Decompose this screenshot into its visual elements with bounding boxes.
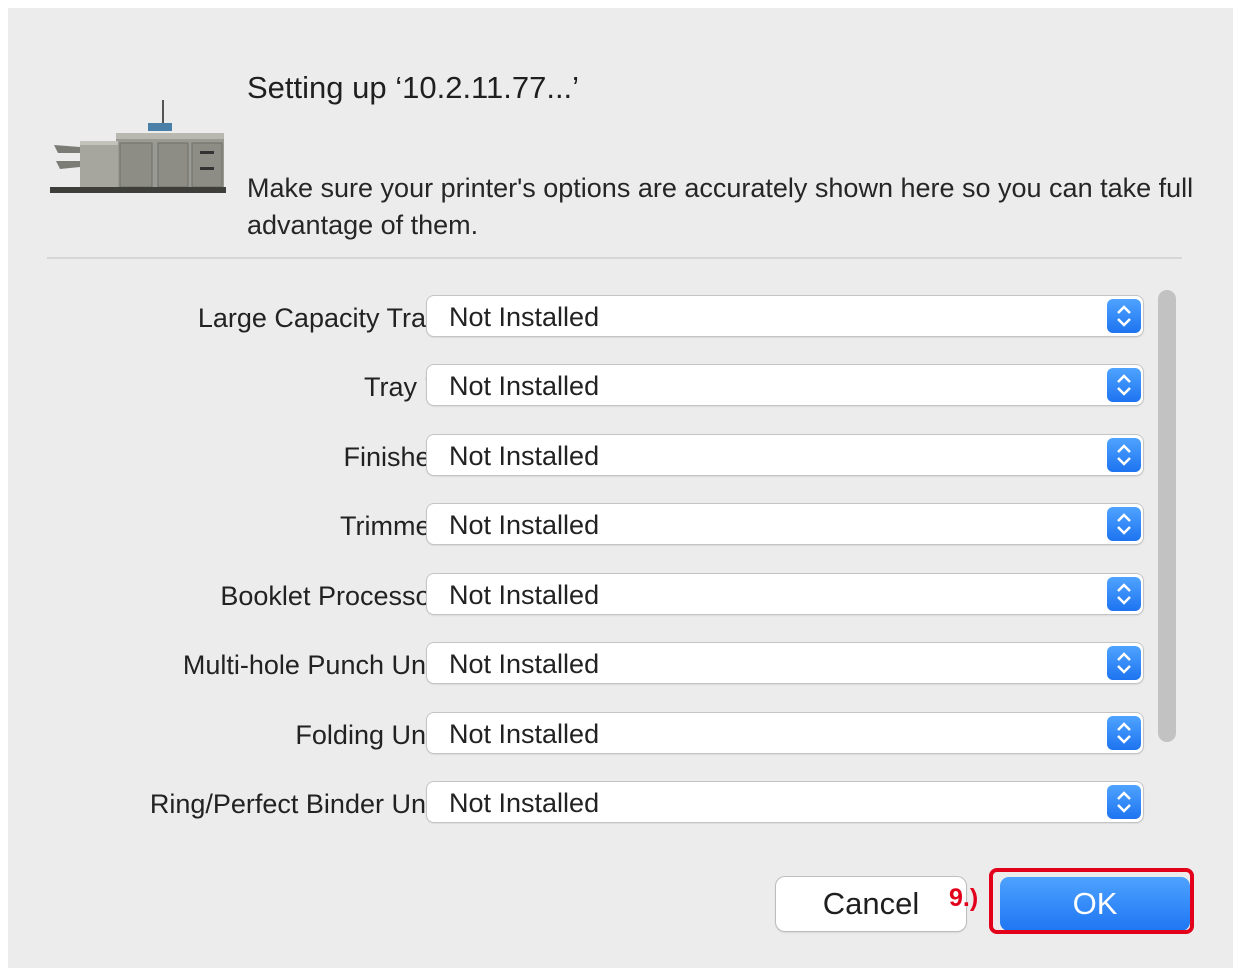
chevron-updown-icon[interactable] (1107, 716, 1141, 750)
option-label: Booklet Processor: (220, 581, 447, 611)
select-value: Not Installed (449, 580, 600, 610)
select-value: Not Installed (449, 371, 600, 401)
chevron-updown-icon[interactable] (1107, 507, 1141, 541)
chevron-updown-icon[interactable] (1107, 299, 1141, 333)
option-row-tray-7: Tray 7: Not Installed (47, 365, 1147, 409)
option-row-large-capacity-tray: Large Capacity Tray: Not Installed (47, 296, 1147, 340)
scrollbar-thumb[interactable] (1158, 290, 1176, 742)
option-row-multi-hole-punch-unit: Multi-hole Punch Unit: Not Installed (47, 643, 1147, 687)
divider (47, 257, 1182, 259)
step-annotation: 9.) (949, 884, 979, 912)
option-row-trimmer: Trimmer: Not Installed (47, 504, 1147, 548)
option-label: Ring/Perfect Binder Unit: (149, 789, 447, 819)
booklet-processor-select[interactable]: Not Installed (427, 574, 1143, 614)
chevron-updown-icon[interactable] (1107, 577, 1141, 611)
chevron-updown-icon[interactable] (1107, 368, 1141, 402)
option-row-finisher: Finisher: Not Installed (47, 435, 1147, 479)
option-row-folding-unit: Folding Unit: Not Installed (47, 713, 1147, 757)
select-value: Not Installed (449, 441, 600, 471)
dialog-title: Setting up ‘10.2.11.77...’ (247, 70, 580, 105)
options-list[interactable]: Large Capacity Tray: Not Installed Tray … (47, 287, 1182, 824)
highlight-box (989, 868, 1194, 934)
chevron-updown-icon[interactable] (1107, 785, 1141, 819)
option-row-booklet-processor: Booklet Processor: Not Installed (47, 574, 1147, 618)
folding-unit-select[interactable]: Not Installed (427, 713, 1143, 753)
tray-7-select[interactable]: Not Installed (427, 365, 1143, 405)
option-label: Multi-hole Punch Unit: (182, 650, 447, 680)
chevron-updown-icon[interactable] (1107, 438, 1141, 472)
finisher-select[interactable]: Not Installed (427, 435, 1143, 475)
select-value: Not Installed (449, 719, 600, 749)
select-value: Not Installed (449, 649, 600, 679)
option-label: Folding Unit: (295, 720, 447, 750)
select-value: Not Installed (449, 302, 600, 332)
dialog-message: Make sure your printer's options are acc… (247, 173, 1194, 240)
cancel-button[interactable]: Cancel (776, 877, 966, 931)
select-value: Not Installed (449, 788, 600, 818)
ring-perfect-binder-unit-select[interactable]: Not Installed (427, 782, 1143, 822)
printer-icon (50, 95, 226, 195)
multi-hole-punch-unit-select[interactable]: Not Installed (427, 643, 1143, 683)
select-value: Not Installed (449, 510, 600, 540)
option-row-ring-perfect-binder-unit: Ring/Perfect Binder Unit: Not Installed (47, 782, 1147, 824)
option-label: Large Capacity Tray: (197, 303, 447, 333)
large-capacity-tray-select[interactable]: Not Installed (427, 296, 1143, 336)
chevron-updown-icon[interactable] (1107, 646, 1141, 680)
trimmer-select[interactable]: Not Installed (427, 504, 1143, 544)
